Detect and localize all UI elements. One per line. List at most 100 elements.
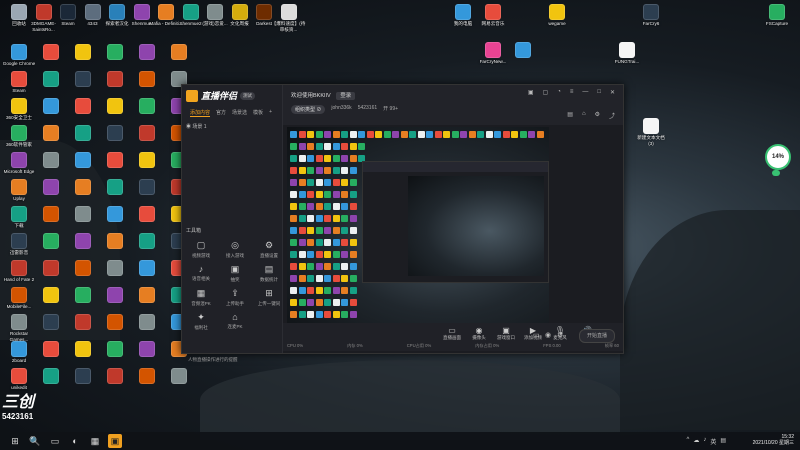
- desktop-icon[interactable]: [130, 206, 164, 223]
- desktop-icon[interactable]: [66, 179, 100, 196]
- desktop-icon[interactable]: 新建文本文档 (3): [634, 118, 668, 146]
- desktop-icon[interactable]: [506, 42, 540, 59]
- desktop-icon[interactable]: Microsoft Edge: [2, 152, 36, 175]
- desktop-icon[interactable]: [98, 368, 132, 385]
- gift-icon[interactable]: ▣: [528, 89, 534, 96]
- control-button[interactable]: ▣ 游戏窗口: [495, 326, 517, 341]
- desktop-icon[interactable]: [130, 179, 164, 196]
- taskbar-item[interactable]: ▦: [88, 434, 102, 448]
- desktop-icon[interactable]: [66, 341, 100, 358]
- desktop-icon[interactable]: [98, 98, 132, 115]
- desktop-icon[interactable]: [34, 341, 68, 358]
- maximize-icon[interactable]: □: [597, 89, 601, 96]
- desktop-icon[interactable]: [66, 368, 100, 385]
- desktop-icon[interactable]: 下载: [2, 206, 36, 229]
- tool-button[interactable]: ▣ 抽奖: [220, 264, 250, 283]
- tray-icon[interactable]: ☁: [693, 437, 699, 446]
- scene-item[interactable]: ◉ 场景 1: [186, 123, 207, 130]
- desktop-icon[interactable]: 迅雷影音: [2, 233, 36, 256]
- desktop-icon[interactable]: Rockstar Games...: [2, 314, 36, 342]
- taskbar-item[interactable]: ▣: [108, 434, 122, 448]
- desktop-icon[interactable]: [130, 125, 164, 142]
- desktop-icon[interactable]: FUNGTrai...: [610, 42, 644, 65]
- desktop-icon[interactable]: Hand of Fate 2: [2, 260, 36, 283]
- desktop-icon[interactable]: MobileFile...: [2, 287, 36, 310]
- desktop-icon[interactable]: [34, 152, 68, 169]
- desktop-icon[interactable]: wegame: [540, 4, 574, 27]
- desktop-icon[interactable]: [98, 233, 132, 250]
- desktop-icon[interactable]: [66, 152, 100, 169]
- add-tab-button[interactable]: +: [269, 109, 272, 117]
- tool-button[interactable]: ▤ 数据统计: [254, 264, 284, 283]
- minimize-icon[interactable]: —: [582, 89, 588, 96]
- tool-button[interactable]: ▦ 音频混PK: [186, 288, 216, 307]
- network-speed-badge[interactable]: 14%: [765, 144, 791, 170]
- clock[interactable]: 15:32 2021/10/20 星期三: [753, 434, 794, 446]
- desktop-icon[interactable]: [162, 44, 196, 61]
- control-button[interactable]: ▭ 直播画面: [441, 326, 463, 341]
- tool-button[interactable]: ⌂ 连麦PK: [220, 312, 250, 330]
- camera-icon[interactable]: ▭: [533, 331, 540, 339]
- desktop-icon[interactable]: [34, 206, 68, 223]
- desktop-icon[interactable]: [130, 71, 164, 88]
- desktop-icon[interactable]: [98, 287, 132, 304]
- desktop-icon[interactable]: [66, 287, 100, 304]
- category-pill[interactable]: 组织类型 ⊘: [291, 105, 326, 114]
- desktop-icon[interactable]: [34, 368, 68, 385]
- desktop-icon[interactable]: 【爆料速度】(待审核资...: [272, 4, 306, 32]
- tool-button[interactable]: ⚙ 直播设置: [254, 240, 284, 259]
- desktop-icon[interactable]: 360安全卫士: [2, 98, 36, 121]
- tab-0[interactable]: 添加内容: [190, 109, 211, 117]
- control-button[interactable]: ◉ 摄像头: [468, 326, 490, 341]
- desktop-icon[interactable]: [130, 44, 164, 61]
- tray-icon[interactable]: 英: [710, 437, 716, 446]
- desktop-icon[interactable]: [98, 44, 132, 61]
- desktop-icon[interactable]: [66, 260, 100, 277]
- bell-icon[interactable]: ◔: [557, 89, 561, 96]
- eye-icon[interactable]: ◉: [186, 124, 191, 130]
- desktop-icon[interactable]: [66, 98, 100, 115]
- desktop-icon[interactable]: [130, 260, 164, 277]
- desktop-icon[interactable]: [98, 71, 132, 88]
- desktop-icon[interactable]: [162, 368, 196, 385]
- start-live-button[interactable]: 开始直播: [579, 329, 615, 343]
- desktop-icon[interactable]: [98, 152, 132, 169]
- tool-button[interactable]: ⊞ 上传一键同: [254, 288, 284, 307]
- desktop-icon[interactable]: [130, 233, 164, 250]
- desktop-icon[interactable]: [34, 71, 68, 88]
- desktop-icon[interactable]: [98, 206, 132, 223]
- tray-icon[interactable]: ♪: [703, 437, 706, 446]
- tool-button[interactable]: ⇪ 上传助手: [220, 288, 250, 307]
- desktop-icon[interactable]: 2board: [2, 341, 36, 364]
- live-preview[interactable]: [287, 127, 549, 325]
- desktop-icon[interactable]: FarCryNew...: [476, 42, 510, 65]
- desktop-icon[interactable]: [34, 233, 68, 250]
- tray-icon[interactable]: ^: [686, 437, 689, 446]
- eye-toggle-icon[interactable]: ◉: [545, 331, 551, 339]
- desktop-icon[interactable]: [98, 125, 132, 142]
- settings-icon[interactable]: ⚙: [595, 111, 600, 120]
- tool-button[interactable]: ▢ 视频游戏: [186, 240, 216, 259]
- desktop-icon[interactable]: [66, 314, 100, 331]
- desktop-icon[interactable]: FSCapture: [760, 4, 794, 27]
- desktop-icon[interactable]: [130, 98, 164, 115]
- tool-button[interactable]: ♪ 语音相关: [186, 264, 216, 282]
- menu-icon[interactable]: ≡: [570, 89, 574, 96]
- desktop-icon[interactable]: [130, 152, 164, 169]
- desktop-icon[interactable]: [98, 341, 132, 358]
- settings-gear-icon[interactable]: ⚙: [557, 331, 563, 339]
- desktop-icon[interactable]: [130, 341, 164, 358]
- bag-icon[interactable]: ▤: [567, 111, 573, 120]
- desktop-icon[interactable]: [34, 314, 68, 331]
- desktop-icon[interactable]: FarCry6: [634, 4, 668, 27]
- desktop-icon[interactable]: [130, 314, 164, 331]
- tab-2[interactable]: 场景选: [232, 109, 247, 117]
- tab-1[interactable]: 官方: [216, 109, 226, 117]
- desktop-icon[interactable]: [34, 287, 68, 304]
- desktop-icon[interactable]: [66, 71, 100, 88]
- taskbar-item[interactable]: ◐: [68, 434, 82, 448]
- tool-button[interactable]: ◎ 接入游戏: [220, 240, 250, 259]
- desktop-icon[interactable]: 网易云音乐: [476, 4, 510, 27]
- desktop-icon[interactable]: [34, 179, 68, 196]
- taskbar-item[interactable]: 🔍: [28, 434, 42, 448]
